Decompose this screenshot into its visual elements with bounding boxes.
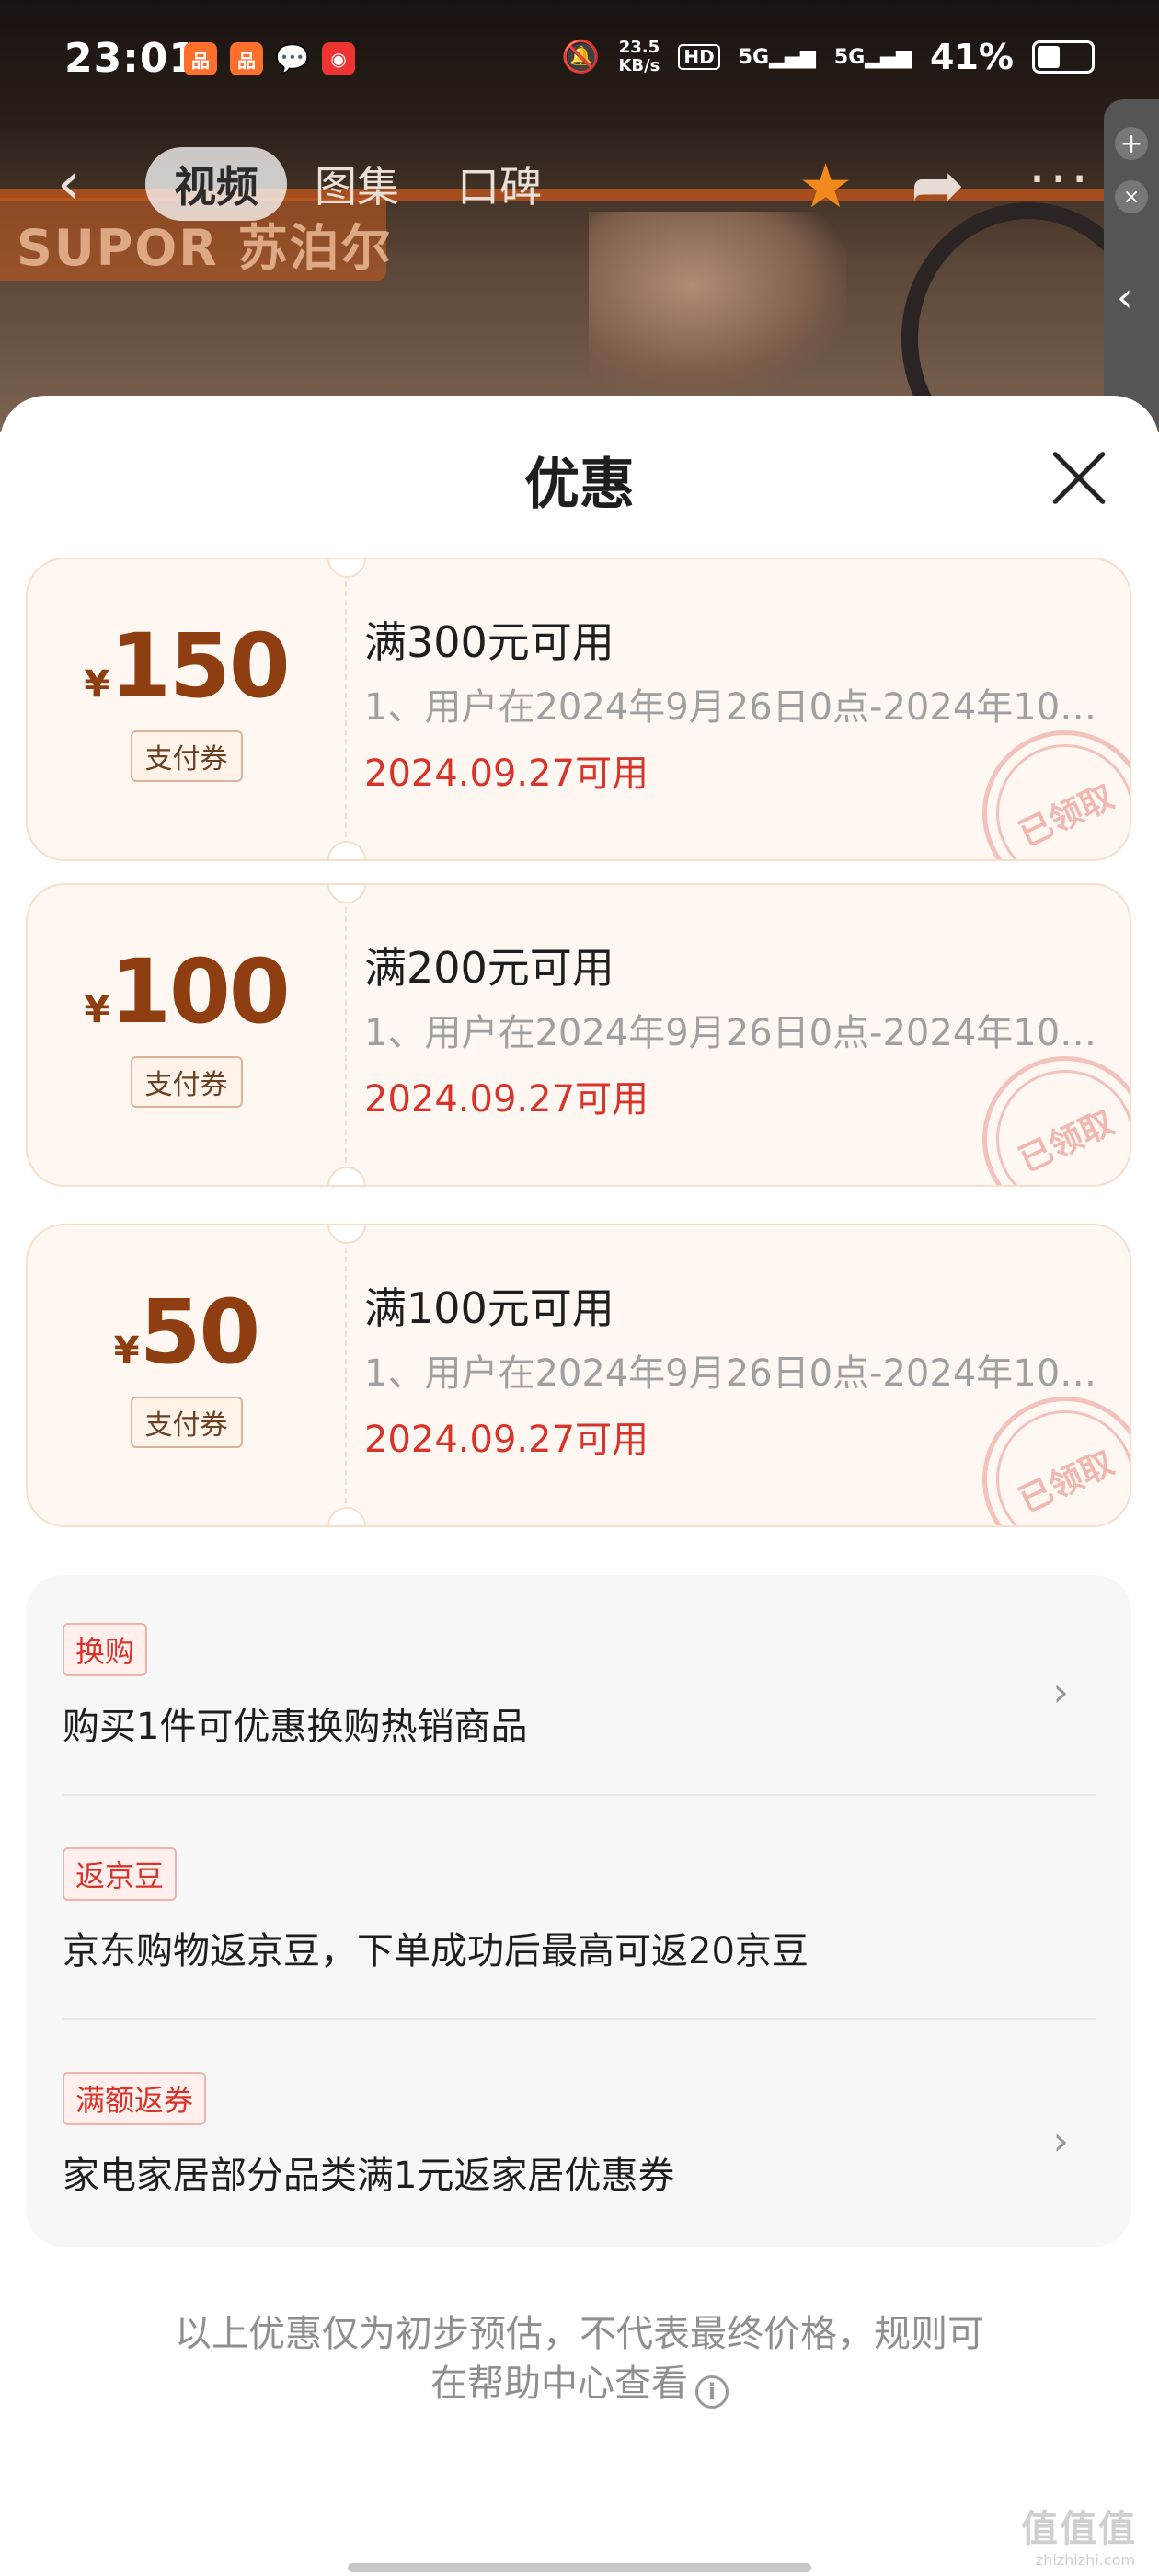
plus-icon[interactable]: + [1115, 127, 1148, 160]
info-icon[interactable]: i [695, 2375, 729, 2409]
close-float-icon[interactable]: × [1115, 180, 1148, 213]
weibo-icon: ◉ [322, 42, 355, 75]
coupon-amount: ¥100 [84, 940, 290, 1043]
battery-percent: 41% [930, 37, 1014, 77]
promo-badge: 满额返券 [63, 2072, 207, 2125]
video-frame-hand [589, 212, 846, 396]
chevron-left-icon[interactable]: ‹ [1117, 274, 1133, 321]
app-notification-icon: 品 [230, 42, 263, 75]
wechat-icon: 💬 [275, 42, 310, 75]
coupon-card[interactable]: ¥50 支付券 满100元可用 1、用户在2024年9月26日0点-2024年1… [26, 1224, 1131, 1527]
coupon-date: 2024.09.27可用 [364, 1419, 649, 1461]
close-icon[interactable] [1047, 445, 1111, 510]
disclaimer-line-2: 在帮助中心查看 i [0, 2359, 1159, 2409]
coupon-type-tag: 支付券 [130, 1397, 243, 1448]
tab-video[interactable]: 视频 [145, 147, 287, 221]
divider [63, 2018, 1096, 2020]
watermark-url: zhizhizhi.com [1035, 2551, 1135, 2569]
hd-voice-icon: HD [678, 44, 720, 70]
home-indicator[interactable] [348, 2563, 811, 2572]
signal-icon: 5G▂▄▆ [833, 45, 912, 69]
promo-text: 家电家居部分品类满1元返家居优惠券 [63, 2155, 675, 2197]
coupon-condition: 满300元可用 [364, 617, 614, 667]
promo-badge: 返京豆 [63, 1847, 178, 1901]
coupon-condition: 满200元可用 [364, 943, 614, 993]
share-icon[interactable]: ➦ [911, 147, 965, 223]
coupon-amount: ¥150 [84, 615, 290, 718]
coupon-card[interactable]: ¥100 支付券 满200元可用 1、用户在2024年9月26日0点-2024年… [26, 883, 1131, 1187]
chevron-right-icon[interactable]: › [1052, 1669, 1069, 1716]
back-button[interactable]: ‹ [57, 155, 81, 213]
promo-text: 购买1件可优惠换购热销商品 [63, 1706, 528, 1748]
sheet-title: 优惠 [524, 453, 635, 517]
signal-icon: 5G▂▄▆ [738, 45, 816, 69]
floating-side-panel[interactable]: + × ‹ [1104, 99, 1159, 431]
disclaimer: 以上优惠仅为初步预估，不代表最终价格，规则可 在帮助中心查看 i [0, 2309, 1159, 2409]
disclaimer-line-1: 以上优惠仅为初步预估，不代表最终价格，规则可 [175, 2313, 984, 2355]
chevron-right-icon[interactable]: › [1052, 2118, 1069, 2165]
more-icon[interactable]: ··· [1028, 147, 1092, 212]
tab-gallery[interactable]: 图集 [315, 147, 399, 221]
coupon-description: 1、用户在2024年9月26日0点-2024年10… [364, 686, 1097, 729]
discount-sheet: 优惠 ¥150 支付券 满300元可用 1、用户在2024年9月26日0点-20… [0, 396, 1159, 2576]
promo-item-jingdou: 返京豆 京东购物返京豆，下单成功后最高可返20京豆 [63, 1847, 1096, 1974]
coupon-date: 2024.09.27可用 [364, 1078, 649, 1121]
status-time: 23:01 [64, 35, 199, 82]
watermark-logo: 值值值 [1021, 2508, 1137, 2550]
coupon-card[interactable]: ¥150 支付券 满300元可用 1、用户在2024年9月26日0点-2024年… [26, 558, 1131, 861]
net-speed: 23.5 KB/s [618, 38, 660, 75]
divider [63, 1794, 1096, 1796]
coupon-condition: 满100元可用 [364, 1283, 614, 1333]
mute-icon: 🔕 [561, 39, 601, 75]
coupon-type-tag: 支付券 [130, 1056, 243, 1108]
promo-item-exchange[interactable]: 换购 购买1件可优惠换购热销商品 › [63, 1623, 1096, 1750]
notification-icons: 品 品 💬 ◉ [184, 42, 355, 75]
promotion-list: 换购 购买1件可优惠换购热销商品 › 返京豆 京东购物返京豆，下单成功后最高可返… [26, 1575, 1131, 2247]
system-status: 🔕 23.5 KB/s HD 5G▂▄▆ 5G▂▄▆ 41% [561, 37, 1095, 77]
app-notification-icon: 品 [184, 42, 217, 75]
promo-text: 京东购物返京豆，下单成功后最高可返20京豆 [63, 1930, 809, 1972]
status-bar: 23:01 品 品 💬 ◉ 🔕 23.5 KB/s HD 5G▂▄▆ 5G▂▄▆… [0, 0, 1159, 124]
coupon-amount: ¥50 [113, 1281, 260, 1384]
top-nav: ‹ 视频 图集 口碑 ★ ➦ ··· [0, 138, 1159, 230]
coupon-date: 2024.09.27可用 [364, 753, 649, 795]
coupon-description: 1、用户在2024年9月26日0点-2024年10… [364, 1012, 1097, 1054]
promo-badge: 换购 [63, 1623, 148, 1676]
battery-icon [1032, 40, 1095, 74]
favorite-star-icon[interactable]: ★ [798, 151, 853, 222]
coupon-type-tag: 支付券 [130, 730, 243, 782]
coupon-description: 1、用户在2024年9月26日0点-2024年10… [364, 1352, 1097, 1395]
promo-item-coupon-return[interactable]: 满额返券 家电家居部分品类满1元返家居优惠券 › [63, 2072, 1096, 2199]
tab-reviews[interactable]: 口碑 [457, 147, 542, 221]
